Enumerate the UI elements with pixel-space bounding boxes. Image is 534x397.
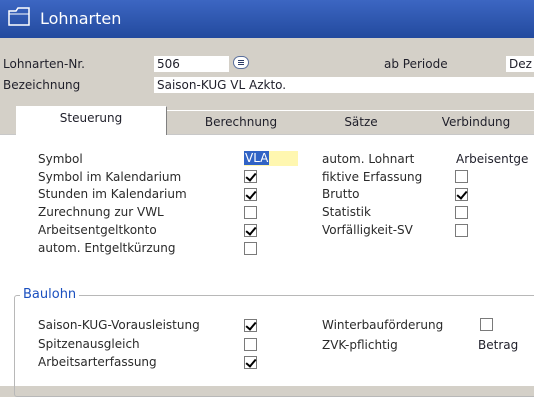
arbeitsentgeltkonto-label: Arbeitsentgeltkonto bbox=[38, 223, 157, 237]
winterbau-checkbox[interactable] bbox=[480, 318, 493, 331]
brutto-label: Brutto bbox=[322, 187, 360, 201]
period-input[interactable]: Dez bbox=[506, 56, 534, 72]
tab-label: Sätze bbox=[344, 115, 378, 129]
saison-kug-label: Saison-KUG-Vorausleistung bbox=[38, 318, 200, 332]
window-icon bbox=[8, 7, 30, 26]
vorfaelligkeit-sv-label: Vorfälligkeit-SV bbox=[322, 223, 413, 237]
zurechnung-vwl-checkbox[interactable] bbox=[244, 206, 257, 219]
stunden-kalendarium-label: Stunden im Kalendarium bbox=[38, 187, 187, 201]
symbol-input[interactable]: VLA bbox=[244, 151, 298, 166]
bez-input[interactable]: Saison-KUG VL Azkto. bbox=[154, 77, 534, 93]
zvk-pflichtig-input[interactable]: Betrag bbox=[474, 337, 534, 353]
saison-kug-checkbox[interactable] bbox=[244, 319, 257, 332]
tab-label: Verbindung bbox=[441, 115, 511, 129]
nr-label: Lohnarten-Nr. bbox=[3, 57, 85, 71]
entgeltkuerzung-checkbox[interactable] bbox=[244, 242, 257, 255]
tab-verbindung[interactable]: Verbindung bbox=[406, 110, 534, 135]
window-title: Lohnarten bbox=[40, 9, 122, 28]
zvk-pflichtig-label: ZVK-pflichtig bbox=[322, 338, 398, 352]
arbeitsarterfassung-label: Arbeitsarterfassung bbox=[38, 355, 157, 369]
tab-strip: Steuerung Berechnung Sätze Verbindung bbox=[0, 100, 534, 135]
bez-label: Bezeichnung bbox=[3, 78, 81, 92]
zurechnung-vwl-label: Zurechnung zur VWL bbox=[38, 205, 164, 219]
lookup-button[interactable] bbox=[233, 56, 249, 69]
baulohn-title: Baulohn bbox=[20, 287, 80, 302]
symbol-label: Symbol bbox=[38, 152, 83, 166]
spitzenausgleich-checkbox[interactable] bbox=[244, 338, 257, 351]
autom-lohnart-input[interactable]: Arbeisentge bbox=[454, 151, 534, 167]
statistik-label: Statistik bbox=[322, 205, 371, 219]
symbol-kalendarium-label: Symbol im Kalendarium bbox=[38, 170, 182, 184]
title-bar: Lohnarten bbox=[0, 0, 534, 38]
symbol-value: VLA bbox=[244, 151, 270, 165]
stunden-kalendarium-checkbox[interactable] bbox=[244, 188, 257, 201]
tab-label: Steuerung bbox=[59, 111, 123, 125]
brutto-checkbox[interactable] bbox=[455, 188, 468, 201]
statistik-checkbox[interactable] bbox=[455, 206, 468, 219]
record-header: Lohnarten-Nr. 506 ab Periode Dez Bezeich… bbox=[0, 38, 534, 100]
fiktive-erfassung-label: fiktive Erfassung bbox=[322, 170, 423, 184]
nr-input[interactable]: 506 bbox=[154, 56, 229, 72]
period-label: ab Periode bbox=[384, 57, 448, 71]
symbol-kalendarium-checkbox[interactable] bbox=[244, 170, 257, 183]
arbeitsentgeltkonto-checkbox[interactable] bbox=[244, 224, 257, 237]
spitzenausgleich-label: Spitzenausgleich bbox=[38, 337, 140, 351]
fiktive-erfassung-checkbox[interactable] bbox=[455, 170, 468, 183]
winterbau-label: Winterbauförderung bbox=[322, 318, 444, 332]
entgeltkuerzung-label: autom. Entgeltkürzung bbox=[38, 241, 176, 255]
tab-steuerung[interactable]: Steuerung bbox=[16, 106, 167, 135]
tab-label: Berechnung bbox=[204, 115, 278, 129]
vorfaelligkeit-sv-checkbox[interactable] bbox=[455, 224, 468, 237]
arbeitsarterfassung-checkbox[interactable] bbox=[244, 356, 257, 369]
tab-saetze[interactable]: Sätze bbox=[316, 110, 407, 135]
autom-lohnart-label: autom. Lohnart bbox=[322, 152, 415, 166]
tab-berechnung[interactable]: Berechnung bbox=[166, 110, 317, 135]
tab-panel-steuerung: Symbol VLA Symbol im Kalendarium Stunden… bbox=[0, 134, 534, 397]
